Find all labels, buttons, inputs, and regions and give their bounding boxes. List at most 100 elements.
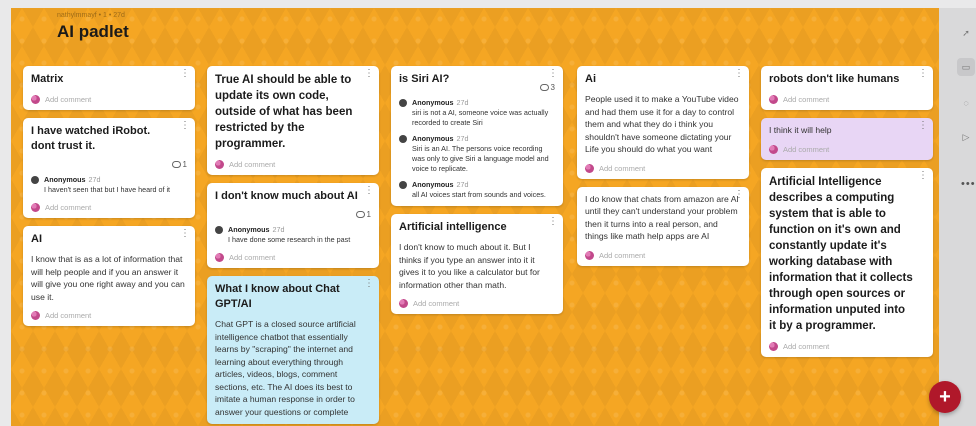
column-3: ⋮ is Siri AI? 3 Anonymous 27d siri is not… bbox=[391, 66, 563, 322]
comment-author: Anonymous bbox=[412, 98, 454, 107]
more-options-icon[interactable]: ⋮ bbox=[364, 279, 374, 289]
comment-text: Siri is an AI. The persons voice recordi… bbox=[412, 144, 549, 173]
post-title: Matrix bbox=[31, 73, 64, 85]
post-title: What I know about Chat GPT/AI bbox=[215, 283, 340, 310]
add-comment-button[interactable]: Add comment bbox=[399, 299, 555, 308]
comment-age: 27d bbox=[456, 98, 469, 107]
add-comment-button[interactable]: Add comment bbox=[31, 95, 187, 104]
padlet-board: nathylmmayf • 1 • 27d AI padlet ⋮ Matrix… bbox=[11, 8, 939, 426]
column-2: ⋮ True AI should be able to update its o… bbox=[207, 66, 379, 426]
comment-age: 27d bbox=[88, 175, 101, 184]
comment-author: Anonymous bbox=[412, 180, 454, 189]
more-options-icon[interactable]: ⋮ bbox=[364, 186, 374, 196]
avatar bbox=[769, 341, 778, 351]
avatar bbox=[31, 95, 40, 104]
anonymous-avatar-icon bbox=[399, 135, 407, 143]
add-comment-button[interactable]: Add comment bbox=[215, 253, 371, 262]
settings-icon[interactable]: ▭ bbox=[957, 58, 975, 76]
post-card[interactable]: ⋮ True AI should be able to update its o… bbox=[207, 66, 379, 175]
board-title: AI padlet bbox=[57, 22, 129, 41]
comment-author: Anonymous bbox=[44, 175, 86, 184]
post-card[interactable]: ⋮ I don't know much about AI 1 Anonymous… bbox=[207, 183, 379, 268]
post-body: Chat GPT is a closed source artificial i… bbox=[215, 319, 356, 417]
comment-text: all AI voices start from sounds and voic… bbox=[412, 190, 546, 199]
avatar bbox=[585, 250, 594, 260]
post-card[interactable]: ⋮ I have watched iRobot. dont trust it. … bbox=[23, 118, 195, 218]
more-options-icon[interactable]: ⋮ bbox=[180, 229, 190, 239]
add-comment-button[interactable]: Add comment bbox=[585, 163, 741, 173]
post-body: I think it will help bbox=[769, 125, 832, 135]
post-body: I do know that chats from amazon are AI … bbox=[585, 193, 739, 242]
more-options-icon[interactable]: ⋮ bbox=[918, 69, 928, 79]
post-title: robots don't like humans bbox=[769, 73, 900, 85]
post-body: I don't know to much about it. But I thi… bbox=[399, 242, 540, 290]
comment: Anonymous 27d all AI voices start from so… bbox=[399, 180, 555, 200]
add-comment-button[interactable]: Add comment bbox=[769, 144, 925, 154]
post-title: Ai bbox=[585, 73, 596, 85]
comment-text: I have done some research in the past bbox=[228, 235, 351, 244]
comment: Anonymous 27d I have done some research i… bbox=[215, 225, 371, 245]
anonymous-avatar-icon bbox=[31, 176, 39, 184]
more-options-icon[interactable]: ⋮ bbox=[548, 69, 558, 79]
play-icon[interactable]: ▷ bbox=[957, 128, 975, 146]
post-body: People used it to make a YouTube video a… bbox=[585, 94, 739, 154]
comment-bubble-icon bbox=[355, 211, 365, 218]
add-post-button[interactable]: + bbox=[929, 381, 961, 413]
comment-bubble-icon bbox=[171, 161, 181, 168]
column-4: ⋮ Ai People used it to make a YouTube vi… bbox=[577, 66, 749, 274]
comment-age: 27d bbox=[456, 180, 469, 189]
comment: Anonymous 27d siri is not a AI, someone v… bbox=[399, 98, 555, 128]
post-card[interactable]: ⋮ Ai People used it to make a YouTube vi… bbox=[577, 66, 749, 179]
comment: Anonymous 27d I haven't seen that but I h… bbox=[31, 175, 187, 195]
more-options-icon[interactable]: ⋮ bbox=[918, 121, 928, 131]
post-title: I don't know much about AI bbox=[215, 190, 358, 202]
more-options-icon[interactable]: ⋮ bbox=[918, 170, 928, 180]
avatar bbox=[31, 203, 40, 212]
post-title: AI bbox=[31, 233, 42, 245]
avatar bbox=[215, 160, 224, 169]
comment-count[interactable]: 1 bbox=[31, 160, 187, 169]
avatar bbox=[31, 311, 40, 320]
post-title: Artificial intelligence bbox=[399, 221, 507, 233]
post-card[interactable]: ⋮ is Siri AI? 3 Anonymous 27d siri is not… bbox=[391, 66, 563, 206]
add-comment-button[interactable]: Add comment bbox=[31, 203, 187, 212]
post-card[interactable]: ⋮ Artificial Intelligence describes a co… bbox=[761, 167, 933, 357]
more-options-icon[interactable]: ⋮ bbox=[734, 69, 744, 79]
post-card[interactable]: ⋮ I do know that chats from amazon are A… bbox=[577, 186, 749, 266]
comment-author: Anonymous bbox=[228, 225, 270, 234]
share-icon[interactable]: ➚ bbox=[957, 24, 975, 42]
comment-text: siri is not a AI, someone voice was actu… bbox=[412, 108, 549, 127]
add-comment-button[interactable]: Add comment bbox=[769, 95, 925, 104]
column-5: ⋮ robots don't like humans Add comment ⋮… bbox=[761, 66, 933, 365]
board-meta: nathylmmayf • 1 • 27d bbox=[57, 12, 125, 19]
anonymous-avatar-icon bbox=[215, 226, 223, 234]
comment: Anonymous 27d Siri is an AI. The persons … bbox=[399, 134, 555, 174]
anonymous-avatar-icon bbox=[399, 181, 407, 189]
post-card[interactable]: ⋮ Artificial intelligence I don't know t… bbox=[391, 214, 563, 314]
post-card[interactable]: ⋮ robots don't like humans Add comment bbox=[761, 66, 933, 110]
avatar bbox=[215, 253, 224, 262]
post-card[interactable]: ⋮ What I know about Chat GPT/AI Chat GPT… bbox=[207, 276, 379, 424]
post-title: True AI should be able to update its own… bbox=[215, 74, 353, 150]
notification-icon[interactable]: ◌ bbox=[957, 94, 975, 112]
post-card[interactable]: ⋮ Matrix Add comment bbox=[23, 66, 195, 110]
comment-age: 27d bbox=[456, 134, 469, 143]
comment-text: I haven't seen that but I have heard of … bbox=[44, 185, 171, 194]
add-comment-button[interactable]: Add comment bbox=[215, 160, 371, 169]
add-comment-button[interactable]: Add comment bbox=[769, 341, 925, 351]
comment-count[interactable]: 1 bbox=[215, 210, 371, 219]
add-comment-button[interactable]: Add comment bbox=[585, 250, 741, 260]
avatar bbox=[585, 163, 594, 173]
more-options-icon[interactable]: ⋮ bbox=[180, 121, 190, 131]
more-icon[interactable]: ••• bbox=[961, 178, 976, 190]
avatar bbox=[769, 95, 778, 104]
more-options-icon[interactable]: ⋮ bbox=[734, 189, 744, 199]
post-title: Artificial Intelligence describes a comp… bbox=[769, 175, 913, 332]
right-toolbar: ➚ ▭ ◌ ▷ ••• bbox=[939, 8, 976, 426]
more-options-icon[interactable]: ⋮ bbox=[364, 69, 374, 79]
post-card[interactable]: ⋮ I think it will help Add comment bbox=[761, 118, 933, 160]
post-card[interactable]: ⋮ AI I know that is as a lot of informat… bbox=[23, 226, 195, 326]
more-options-icon[interactable]: ⋮ bbox=[548, 217, 558, 227]
add-comment-button[interactable]: Add comment bbox=[31, 311, 187, 320]
more-options-icon[interactable]: ⋮ bbox=[180, 69, 190, 79]
